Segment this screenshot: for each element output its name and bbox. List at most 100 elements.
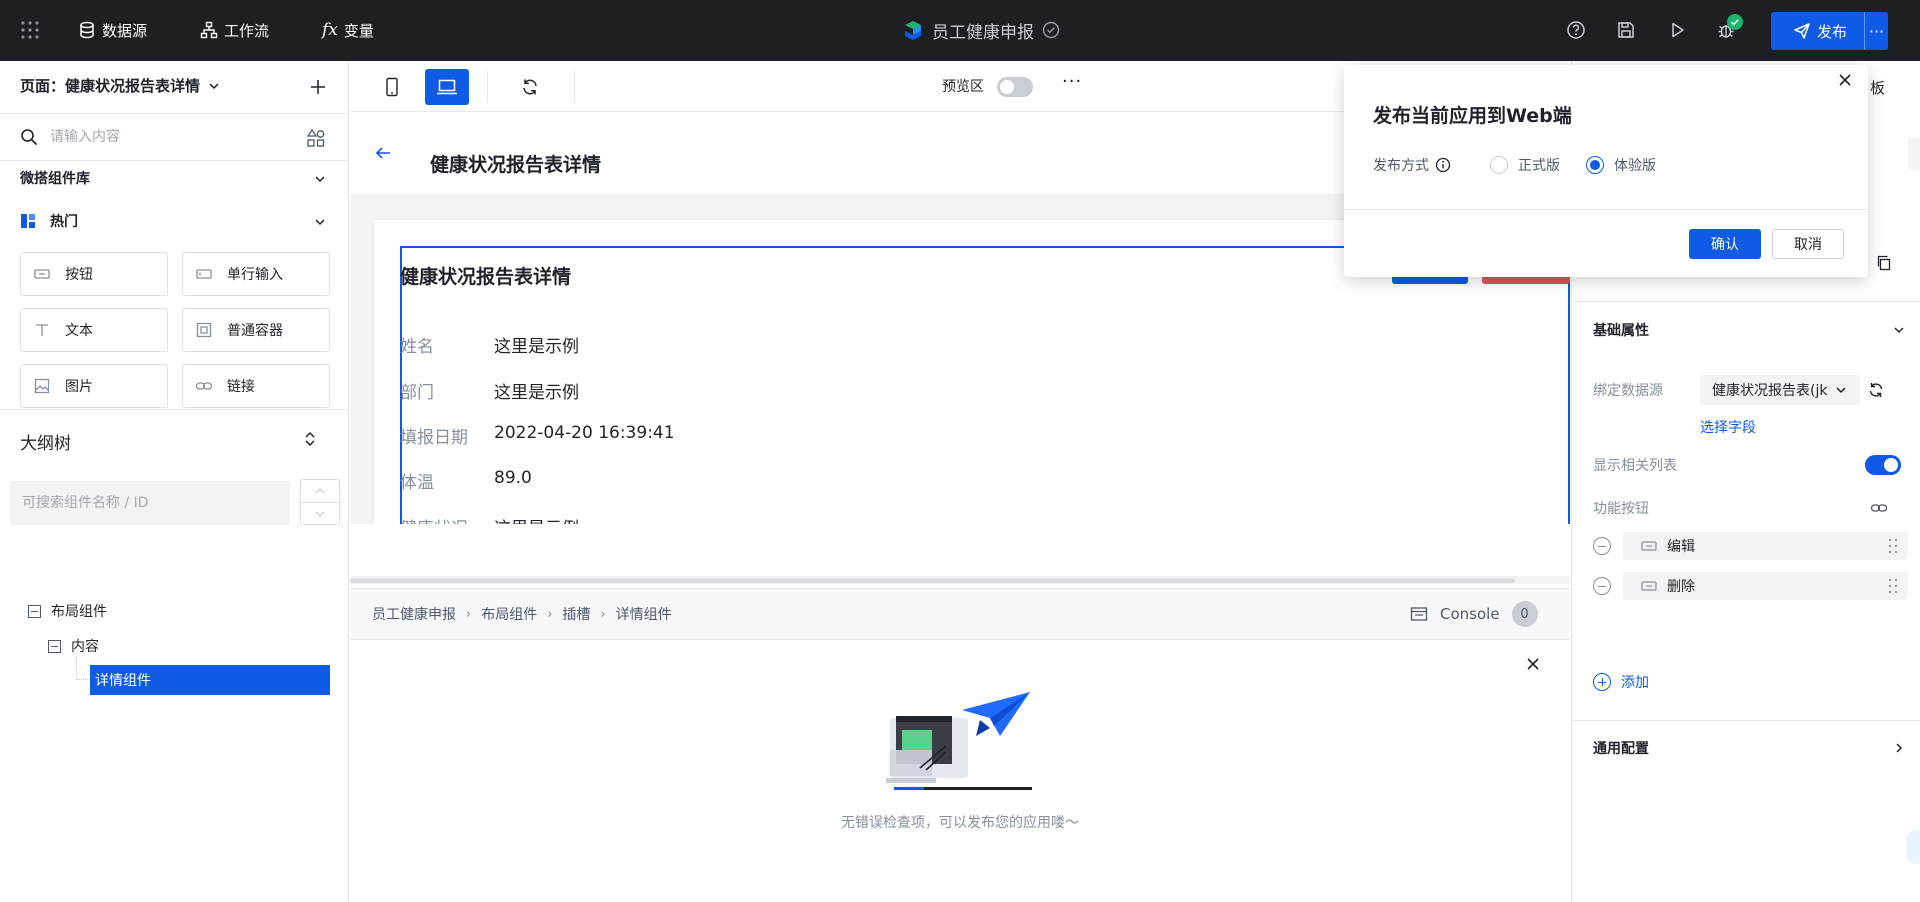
tree-node-label: 布局组件 — [51, 604, 107, 620]
collapse-icon[interactable] — [48, 639, 61, 653]
function-button-item[interactable]: 编辑 — [1623, 532, 1908, 560]
remove-icon[interactable] — [1593, 537, 1611, 555]
chevron-right-icon[interactable] — [1892, 741, 1906, 755]
back-arrow-icon[interactable] — [374, 144, 392, 162]
navigate-up-button[interactable] — [301, 480, 339, 502]
nav-variables-label: 变量 — [343, 21, 374, 40]
tree-node-layout[interactable]: 布局组件 — [28, 601, 107, 621]
publish-button[interactable]: 发布 ··· — [1771, 12, 1888, 50]
console-icon — [1410, 607, 1428, 621]
nav-variables[interactable]: fx 变量 — [322, 18, 374, 42]
divider — [0, 409, 349, 410]
refresh-icon — [523, 79, 537, 95]
breadcrumb-item[interactable]: 布局组件 — [481, 604, 537, 624]
tree-node-content[interactable]: 内容 — [48, 636, 99, 656]
radio-indicator[interactable] — [1586, 156, 1604, 174]
chevron-down-icon[interactable] — [1892, 323, 1906, 337]
outline-navigator — [300, 479, 340, 525]
chevron-right-icon: › — [600, 606, 606, 622]
help-bubble[interactable] — [1906, 830, 1920, 864]
component-label: 按钮 — [65, 267, 93, 283]
popup-title: 发布当前应用到Web端 — [1373, 105, 1572, 127]
radio-trial[interactable]: 体验版 — [1586, 155, 1656, 175]
add-page-icon[interactable] — [308, 77, 328, 97]
expand-collapse-icon[interactable] — [300, 429, 320, 449]
hot-category[interactable]: 热门 — [20, 211, 78, 231]
check-circle-icon — [1042, 21, 1060, 39]
help-icon[interactable] — [1566, 20, 1586, 40]
console-button[interactable]: Console 0 — [1410, 601, 1538, 627]
field-value: 这里是示例 — [494, 337, 579, 357]
breadcrumb-item[interactable]: 员工健康申报 — [372, 604, 456, 624]
component-container[interactable]: 普通容器 — [182, 308, 330, 352]
paper-plane-illustration — [886, 692, 1032, 790]
info-icon[interactable] — [1435, 157, 1451, 173]
choose-field-link[interactable]: 选择字段 — [1700, 417, 1756, 437]
radio-release[interactable]: 正式版 — [1490, 155, 1560, 175]
refresh-icon[interactable] — [1867, 381, 1885, 399]
basic-props-header[interactable]: 基础属性 — [1593, 320, 1649, 340]
save-icon[interactable] — [1616, 20, 1636, 40]
tree-node-detail[interactable]: 详情组件 — [90, 665, 330, 695]
navigate-down-button[interactable] — [301, 502, 339, 524]
component-link[interactable]: 链接 — [182, 364, 330, 408]
link-icon[interactable] — [1870, 499, 1888, 517]
publish-main[interactable]: 发布 — [1771, 21, 1864, 42]
cancel-button[interactable]: 取消 — [1772, 229, 1844, 259]
copy-icon[interactable] — [1876, 255, 1892, 271]
breadcrumb-item[interactable]: 详情组件 — [616, 604, 672, 624]
component-image[interactable]: 图片 — [20, 364, 168, 408]
preview-toggle[interactable] — [997, 77, 1033, 97]
component-id-field — [1908, 138, 1920, 170]
left-panel: 页面：健康状况报告表详情 微搭组件库 热门 按钮 单行输入 文本 普通容器 图片… — [0, 61, 349, 902]
nav-datasource[interactable]: 数据源 — [78, 18, 147, 42]
play-icon[interactable] — [1667, 20, 1687, 40]
component-input[interactable]: 单行输入 — [182, 252, 330, 296]
preview-label: 预览区 — [942, 79, 984, 95]
chevron-down-icon[interactable] — [313, 215, 327, 229]
field-label: 部门 — [400, 383, 434, 403]
button-icon — [1641, 581, 1657, 591]
image-icon — [34, 378, 50, 394]
mobile-view-button[interactable] — [370, 69, 414, 105]
add-function-button[interactable]: 添加 — [1593, 672, 1649, 692]
scrollbar-thumb[interactable] — [350, 578, 1515, 583]
radio-label: 体验版 — [1614, 158, 1656, 174]
outline-search-input[interactable] — [10, 481, 290, 525]
nav-workflow[interactable]: 工作流 — [200, 18, 269, 42]
refresh-button[interactable] — [508, 69, 552, 105]
chevron-down-icon[interactable] — [313, 172, 327, 186]
desktop-view-button[interactable] — [425, 69, 469, 105]
check-results-panel: 无错误检查项，可以发布您的应用喽～ — [350, 640, 1570, 902]
drag-handle-icon[interactable] — [1888, 538, 1898, 554]
component-text[interactable]: 文本 — [20, 308, 168, 352]
mobile-icon — [386, 77, 398, 97]
publish-more-button[interactable]: ··· — [1864, 12, 1888, 50]
radio-indicator[interactable] — [1490, 156, 1508, 174]
function-button-row: 编辑 — [1593, 532, 1908, 560]
shapes-icon[interactable] — [306, 128, 326, 148]
close-icon[interactable] — [1525, 656, 1541, 672]
breadcrumb-item[interactable]: 插槽 — [562, 604, 590, 624]
close-icon[interactable] — [1838, 73, 1852, 87]
function-button-label: 删除 — [1667, 579, 1695, 595]
drag-handle-icon[interactable] — [1888, 578, 1898, 594]
component-button[interactable]: 按钮 — [20, 252, 168, 296]
component-search-input[interactable] — [50, 124, 290, 150]
field-label: 姓名 — [400, 337, 434, 357]
panel-tab-partial[interactable]: 板 — [1870, 77, 1885, 98]
general-config-header[interactable]: 通用配置 — [1593, 738, 1649, 758]
show-related-toggle[interactable] — [1865, 455, 1901, 475]
horizontal-scrollbar[interactable] — [350, 576, 1570, 584]
divider — [574, 71, 575, 103]
app-grid-icon[interactable] — [20, 20, 40, 40]
remove-icon[interactable] — [1593, 577, 1611, 595]
confirm-button[interactable]: 确认 — [1689, 229, 1761, 259]
page-selector[interactable]: 页面：健康状况报告表详情 — [20, 75, 220, 96]
collapse-icon[interactable] — [28, 604, 41, 618]
function-button-item[interactable]: 删除 — [1623, 572, 1908, 600]
toolbar-more-button[interactable]: ··· — [1062, 71, 1082, 92]
datasource-select[interactable]: 健康状况报告表(jk — [1700, 375, 1860, 405]
delete-button[interactable] — [1482, 276, 1570, 284]
edit-button[interactable] — [1392, 276, 1468, 284]
